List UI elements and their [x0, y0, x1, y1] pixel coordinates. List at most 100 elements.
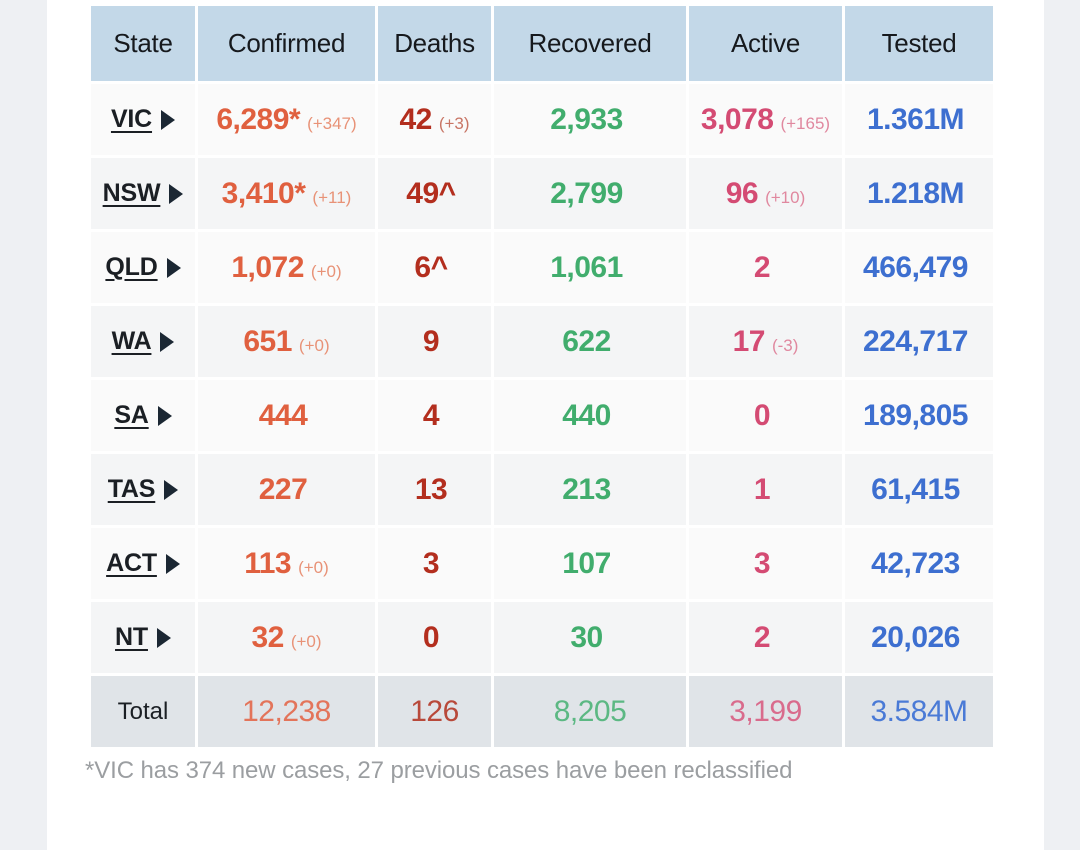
expand-triangle-icon[interactable] — [160, 331, 175, 352]
deaths-delta: (+3) — [438, 113, 470, 133]
table-row[interactable]: NSW 3,410* (+11) 49^ 2,799 96 (+10) 1.218M — [91, 158, 993, 229]
active-cell: 3 — [689, 528, 842, 599]
confirmed-value: 444 — [258, 398, 308, 432]
total-tested-value: 3.584M — [870, 694, 968, 728]
active-cell: 2 — [689, 232, 842, 303]
state-cell-qld[interactable]: QLD — [91, 232, 195, 303]
state-name-label[interactable]: VIC — [111, 105, 152, 134]
confirmed-value: 3,410* — [221, 176, 306, 210]
column-header-deaths[interactable]: Deaths — [378, 6, 491, 81]
confirmed-delta: (+347) — [307, 113, 357, 133]
tested-cell: 1.218M — [845, 158, 993, 229]
confirmed-delta: (+0) — [298, 557, 329, 577]
expand-triangle-icon[interactable] — [164, 479, 179, 500]
column-header-tested[interactable]: Tested — [845, 6, 993, 81]
confirmed-cell: 444 — [198, 380, 375, 451]
tested-value: 224,717 — [863, 324, 968, 358]
deaths-cell: 0 — [378, 602, 491, 673]
active-value: 1 — [753, 472, 771, 506]
table-total-row: Total 12,238 126 8,205 3,199 3.584M — [91, 676, 993, 747]
deaths-cell: 42 (+3) — [378, 84, 491, 155]
deaths-cell: 49^ — [378, 158, 491, 229]
state-cell-sa[interactable]: SA — [91, 380, 195, 451]
state-name-label[interactable]: QLD — [105, 253, 157, 282]
confirmed-delta: (+0) — [298, 335, 330, 355]
state-name-label[interactable]: ACT — [106, 549, 157, 578]
state-cell-wa[interactable]: WA — [91, 306, 195, 377]
confirmed-cell: 113 (+0) — [198, 528, 375, 599]
deaths-value: 49^ — [406, 176, 456, 210]
deaths-cell: 4 — [378, 380, 491, 451]
active-delta: (-3) — [771, 335, 799, 355]
expand-triangle-icon[interactable] — [156, 627, 171, 648]
recovered-value: 107 — [562, 546, 611, 580]
recovered-value: 213 — [562, 472, 611, 506]
expand-triangle-icon[interactable] — [161, 109, 176, 130]
table-row[interactable]: WA 651 (+0) 9 622 17 (-3) 224,717 — [91, 306, 993, 377]
tested-value: 20,026 — [871, 620, 960, 654]
state-cell-vic[interactable]: VIC — [91, 84, 195, 155]
deaths-cell: 6^ — [378, 232, 491, 303]
active-cell: 1 — [689, 454, 842, 525]
expand-triangle-icon[interactable] — [169, 183, 184, 204]
active-value: 3 — [753, 546, 771, 580]
recovered-cell: 107 — [494, 528, 686, 599]
column-header-recovered[interactable]: Recovered — [494, 6, 686, 81]
state-cell-nsw[interactable]: NSW — [91, 158, 195, 229]
state-cell-tas[interactable]: TAS — [91, 454, 195, 525]
confirmed-cell: 227 — [198, 454, 375, 525]
total-confirmed-value: 12,238 — [242, 694, 331, 728]
recovered-value: 30 — [570, 620, 603, 654]
table-row[interactable]: NT 32 (+0) 0 30 2 20,026 — [91, 602, 993, 673]
active-delta: (+165) — [780, 113, 831, 133]
recovered-cell: 30 — [494, 602, 686, 673]
recovered-value: 622 — [562, 324, 611, 358]
confirmed-value: 1,072 — [231, 250, 304, 284]
confirmed-cell: 32 (+0) — [198, 602, 375, 673]
tested-value: 1.218M — [866, 176, 965, 210]
deaths-cell: 13 — [378, 454, 491, 525]
table-body: VIC 6,289* (+347) 42 (+3) 2,933 3,078 (+165… — [91, 84, 993, 747]
table-row[interactable]: SA 444 4 440 0 189,805 — [91, 380, 993, 451]
column-header-state[interactable]: State — [91, 6, 195, 81]
column-header-active[interactable]: Active — [689, 6, 842, 81]
table-row[interactable]: VIC 6,289* (+347) 42 (+3) 2,933 3,078 (+165… — [91, 84, 993, 155]
total-deaths-value: 126 — [410, 694, 459, 728]
table-row[interactable]: QLD 1,072 (+0) 6^ 1,061 2 466,479 — [91, 232, 993, 303]
confirmed-value: 227 — [258, 472, 308, 506]
column-header-confirmed[interactable]: Confirmed — [198, 6, 375, 81]
expand-triangle-icon[interactable] — [157, 405, 172, 426]
expand-triangle-icon[interactable] — [166, 257, 181, 278]
covid-state-table: State Confirmed Deaths Recovered Active … — [88, 3, 996, 750]
state-name-label[interactable]: NT — [115, 623, 148, 652]
active-value: 2 — [753, 250, 771, 284]
recovered-cell: 440 — [494, 380, 686, 451]
table-row[interactable]: ACT 113 (+0) 3 107 3 42,723 — [91, 528, 993, 599]
total-recovered-value: 8,205 — [553, 694, 627, 728]
confirmed-value: 113 — [244, 546, 292, 580]
active-cell: 3,078 (+165) — [689, 84, 842, 155]
tested-value: 42,723 — [871, 546, 960, 580]
table-row[interactable]: TAS 227 13 213 1 61,415 — [91, 454, 993, 525]
recovered-cell: 622 — [494, 306, 686, 377]
confirmed-cell: 3,410* (+11) — [198, 158, 375, 229]
active-cell: 0 — [689, 380, 842, 451]
tested-cell: 1.361M — [845, 84, 993, 155]
active-cell: 17 (-3) — [689, 306, 842, 377]
state-cell-nt[interactable]: NT — [91, 602, 195, 673]
state-name-label[interactable]: NSW — [103, 179, 161, 208]
deaths-cell: 9 — [378, 306, 491, 377]
active-delta: (+10) — [765, 187, 806, 207]
total-confirmed-cell: 12,238 — [198, 676, 375, 747]
state-name-label[interactable]: WA — [112, 327, 152, 356]
deaths-value: 3 — [422, 546, 440, 580]
active-cell: 2 — [689, 602, 842, 673]
state-name-label[interactable]: TAS — [108, 475, 156, 504]
confirmed-cell: 6,289* (+347) — [198, 84, 375, 155]
state-cell-act[interactable]: ACT — [91, 528, 195, 599]
expand-triangle-icon[interactable] — [165, 553, 180, 574]
tested-cell: 20,026 — [845, 602, 993, 673]
state-name-label[interactable]: SA — [114, 401, 149, 430]
deaths-value: 6^ — [414, 250, 448, 284]
deaths-value: 9 — [422, 324, 440, 358]
